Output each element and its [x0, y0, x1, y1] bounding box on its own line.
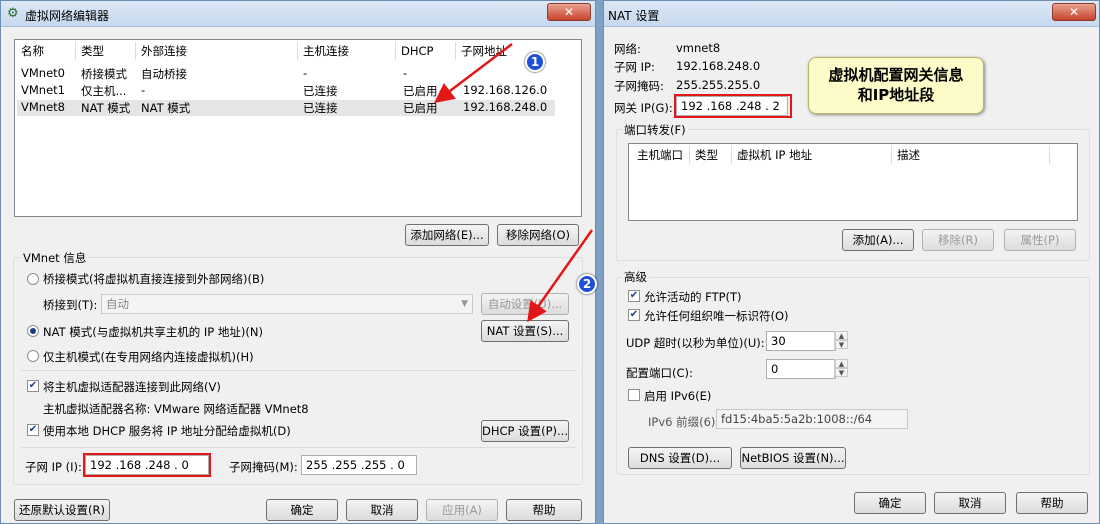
title-bar: NAT 设置 ✕	[604, 1, 1099, 27]
subnet-mask-value: 255.255.255.0	[676, 78, 761, 92]
highlight-subnet-ip	[83, 453, 211, 477]
ok-button[interactable]: 确定	[266, 499, 338, 521]
use-dhcp-checkbox[interactable]: ✔	[27, 424, 39, 436]
allow-ftp-label: 允许活动的 FTP(T)	[644, 290, 742, 304]
column-header-dhcp[interactable]: DHCP	[397, 40, 433, 62]
title-bar: ⚙ 虚拟网络编辑器 ✕	[1, 1, 595, 27]
ok-button[interactable]: 确定	[854, 492, 926, 514]
bridge-mode-label: 桥接模式(将虚拟机直接连接到外部网络)(B)	[43, 272, 265, 286]
pf-add-button[interactable]: 添加(A)...	[842, 229, 914, 251]
window-title: NAT 设置	[608, 9, 660, 23]
subnet-mask-input[interactable]: 255 .255 .255 . 0	[301, 455, 417, 475]
allow-uid-label: 允许任何组织唯一标识符(O)	[644, 309, 789, 323]
cancel-button[interactable]: 取消	[346, 499, 418, 521]
column-header-name[interactable]: 名称	[17, 40, 44, 62]
annotation-badge-1: 1	[525, 52, 545, 72]
subnet-mask-label: 子网掩码:	[614, 79, 664, 93]
ipv6-prefix-input[interactable]: fd15:4ba5:5a2b:1008::/64	[716, 409, 908, 429]
host-only-radio[interactable]	[27, 350, 39, 362]
arrow-down-icon[interactable]: ▼	[835, 368, 848, 377]
bridge-to-label: 桥接到(T):	[43, 298, 98, 312]
config-port-input[interactable]: 0	[766, 359, 836, 379]
use-dhcp-label: 使用本地 DHCP 服务将 IP 地址分配给虚拟机(D)	[43, 424, 291, 438]
config-port-stepper[interactable]: ▲ ▼	[834, 359, 848, 379]
app-icon: ⚙	[7, 6, 19, 21]
column-header-subnet[interactable]: 子网地址	[457, 40, 507, 62]
enable-ipv6-checkbox[interactable]	[628, 389, 640, 401]
annotation-note: 虚拟机配置网关信息 和IP地址段	[808, 57, 984, 114]
network-table: 名称 类型 外部连接 主机连接 DHCP 子网地址 VMnet0 桥接模式 自动…	[14, 39, 582, 217]
vmnet-info-group	[13, 257, 583, 485]
udp-timeout-stepper[interactable]: ▲ ▼	[834, 331, 848, 351]
network-label: 网络:	[614, 42, 641, 56]
column-header-type[interactable]: 类型	[77, 40, 104, 62]
column-header-external[interactable]: 外部连接	[137, 40, 187, 62]
arrow-down-icon[interactable]: ▼	[835, 340, 848, 349]
nat-mode-radio[interactable]	[27, 325, 39, 337]
subnet-ip-value: 192.168.248.0	[676, 59, 761, 73]
connect-adapter-checkbox[interactable]: ✔	[27, 380, 39, 392]
column-header-description[interactable]: 描述	[893, 144, 920, 166]
highlight-gateway-ip	[674, 94, 792, 118]
help-button[interactable]: 帮助	[506, 499, 582, 521]
nat-mode-label: NAT 模式(与虚拟机共享主机的 IP 地址)(N)	[43, 325, 263, 339]
arrow-up-icon[interactable]: ▲	[835, 359, 848, 368]
port-forwarding-label: 端口转发(F)	[622, 122, 688, 138]
ipv6-prefix-label: IPv6 前缀(6):	[648, 415, 720, 429]
table-row[interactable]: VMnet0 桥接模式 自动桥接 - -	[17, 66, 577, 82]
auto-settings-button[interactable]: 自动设置(U)...	[481, 293, 569, 315]
nat-settings-window: NAT 设置 ✕ 网络: vmnet8 子网 IP: 192.168.248.0…	[603, 0, 1100, 524]
bridge-to-select[interactable]: 自动 ▼	[101, 294, 473, 314]
close-button[interactable]: ✕	[547, 3, 591, 21]
column-header-host[interactable]: 主机连接	[299, 40, 349, 62]
port-forwarding-table: 主机端口 类型 虚拟机 IP 地址 描述	[628, 143, 1078, 221]
table-row[interactable]: VMnet1 仅主机... - 已连接 已启用 192.168.126.0	[17, 83, 577, 99]
bridge-mode-radio[interactable]	[27, 273, 39, 285]
column-header-type[interactable]: 类型	[691, 144, 718, 166]
network-value: vmnet8	[676, 41, 721, 55]
allow-uid-checkbox[interactable]: ✔	[628, 309, 640, 321]
nat-settings-button[interactable]: NAT 设置(S)...	[481, 320, 569, 342]
pf-properties-button[interactable]: 属性(P)	[1004, 229, 1076, 251]
adapter-name-text: 主机虚拟适配器名称: VMware 网络适配器 VMnet8	[43, 402, 309, 416]
connect-adapter-label: 将主机虚拟适配器连接到此网络(V)	[43, 380, 221, 394]
virtual-network-editor-window: ⚙ 虚拟网络编辑器 ✕ 名称 类型 外部连接 主机连接 DHCP 子网地址 VM…	[0, 0, 597, 524]
close-button[interactable]: ✕	[1052, 3, 1096, 21]
apply-button[interactable]: 应用(A)	[426, 499, 498, 521]
add-network-button[interactable]: 添加网络(E)...	[405, 224, 489, 246]
column-header-vm-ip[interactable]: 虚拟机 IP 地址	[733, 144, 812, 166]
subnet-ip-label: 子网 IP (I):	[25, 460, 82, 474]
config-port-label: 配置端口(C):	[626, 366, 693, 380]
subnet-mask-label: 子网掩码(M):	[229, 460, 298, 474]
enable-ipv6-label: 启用 IPv6(E)	[644, 389, 712, 403]
chevron-down-icon: ▼	[461, 299, 468, 309]
dhcp-settings-button[interactable]: DHCP 设置(P)...	[481, 420, 569, 442]
subnet-ip-label: 子网 IP:	[614, 60, 655, 74]
netbios-settings-button[interactable]: NetBIOS 设置(N)...	[740, 447, 846, 469]
arrow-up-icon[interactable]: ▲	[835, 331, 848, 340]
window-title: 虚拟网络编辑器	[25, 9, 110, 23]
pf-remove-button[interactable]: 移除(R)	[922, 229, 994, 251]
host-only-label: 仅主机模式(在专用网络内连接虚拟机)(H)	[43, 350, 254, 364]
help-button[interactable]: 帮助	[1016, 492, 1088, 514]
udp-timeout-input[interactable]: 30	[766, 331, 836, 351]
restore-defaults-button[interactable]: 还原默认设置(R)	[14, 499, 110, 521]
dns-settings-button[interactable]: DNS 设置(D)...	[628, 447, 732, 469]
advanced-label: 高级	[622, 269, 649, 285]
vmnet-info-label: VMnet 信息	[21, 250, 89, 266]
remove-network-button[interactable]: 移除网络(O)	[497, 224, 579, 246]
allow-ftp-checkbox[interactable]: ✔	[628, 290, 640, 302]
gateway-label: 网关 IP(G):	[614, 101, 673, 115]
cancel-button[interactable]: 取消	[934, 492, 1006, 514]
table-row-selected[interactable]: VMnet8 NAT 模式 NAT 模式 已连接 已启用 192.168.248…	[17, 100, 555, 116]
udp-timeout-label: UDP 超时(以秒为单位)(U):	[626, 336, 765, 350]
annotation-badge-2: 2	[577, 274, 597, 294]
column-header-host-port[interactable]: 主机端口	[633, 144, 683, 166]
